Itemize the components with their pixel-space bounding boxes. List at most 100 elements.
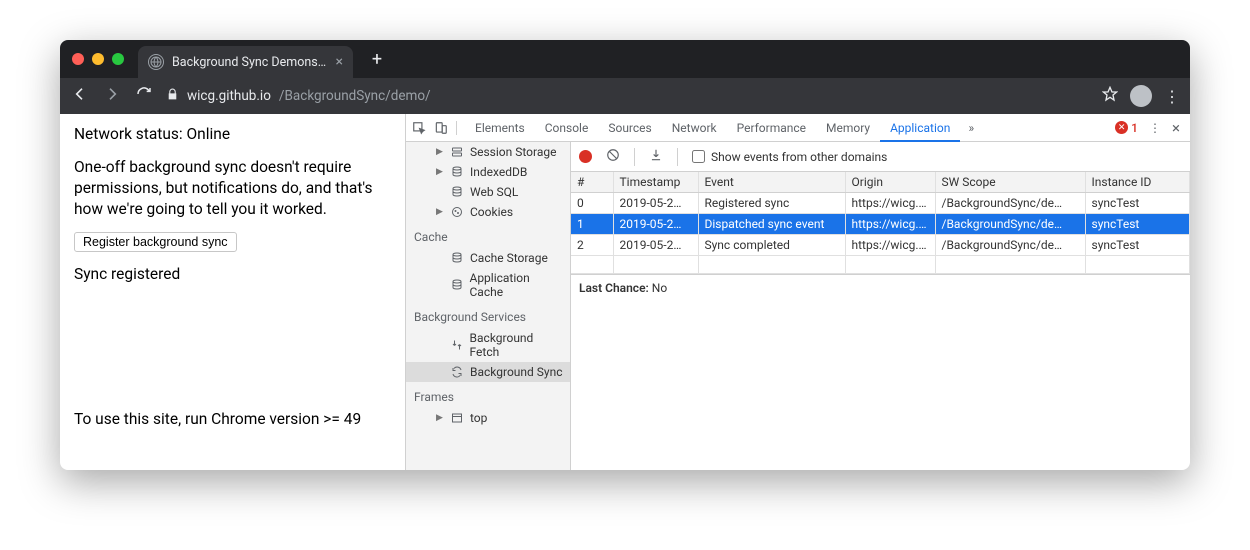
devtools-menu-icon[interactable]: ⋮	[1148, 121, 1162, 135]
database-icon	[450, 279, 464, 291]
table-row[interactable]: 1 2019-05-2… Dispatched sync event https…	[571, 214, 1190, 235]
device-toggle-icon[interactable]	[434, 121, 448, 135]
cell: 2019-05-2…	[613, 214, 698, 235]
col-index[interactable]: #	[571, 172, 613, 193]
clear-icon[interactable]	[606, 148, 620, 165]
col-instance-id[interactable]: Instance ID	[1085, 172, 1190, 193]
browser-menu-icon[interactable]: ⋮	[1164, 87, 1180, 106]
close-window-icon[interactable]	[72, 53, 84, 65]
bookmark-icon[interactable]	[1102, 86, 1118, 106]
cell: 2019-05-2…	[613, 235, 698, 256]
col-origin[interactable]: Origin	[845, 172, 935, 193]
sidebar-item-application-cache[interactable]: ▶ Application Cache	[406, 268, 570, 302]
globe-icon	[148, 54, 164, 70]
page-content: Network status: Online One-off backgroun…	[60, 114, 405, 470]
browser-tab[interactable]: Background Sync Demonstration ×	[138, 46, 353, 78]
error-badge[interactable]: ✕ 1	[1115, 121, 1138, 135]
cell: syncTest	[1085, 235, 1190, 256]
network-status: Network status: Online	[74, 124, 391, 145]
inspect-element-icon[interactable]	[412, 121, 426, 135]
sidebar-item-label: top	[470, 411, 487, 425]
cell: /BackgroundSync/de…	[935, 193, 1085, 214]
sidebar-item-label: Cache Storage	[470, 251, 548, 265]
tab-performance[interactable]: Performance	[727, 114, 816, 142]
cell: https://wicg.…	[845, 235, 935, 256]
sidebar-item-background-fetch[interactable]: ▶ Background Fetch	[406, 328, 570, 362]
sidebar-item-background-sync[interactable]: ▶ Background Sync	[406, 362, 570, 382]
new-tab-button[interactable]: +	[363, 45, 391, 73]
error-count: 1	[1131, 121, 1138, 135]
window-controls	[72, 53, 124, 65]
forward-button[interactable]	[102, 86, 122, 106]
table-header-row: # Timestamp Event Origin SW Scope Instan…	[571, 172, 1190, 193]
col-timestamp[interactable]: Timestamp	[613, 172, 698, 193]
sync-registered-text: Sync registered	[74, 264, 391, 285]
application-sidebar: ▶ Session Storage ▶ IndexedDB	[406, 142, 571, 470]
reload-button[interactable]	[134, 86, 154, 106]
chevron-right-icon: ▶	[436, 147, 444, 157]
cell: /BackgroundSync/de…	[935, 235, 1085, 256]
tab-memory[interactable]: Memory	[816, 114, 880, 142]
sidebar-item-session-storage[interactable]: ▶ Session Storage	[406, 142, 570, 162]
page-blurb: One-off background sync doesn't require …	[74, 157, 391, 220]
address-bar[interactable]: wicg.github.io/BackgroundSync/demo/	[166, 86, 1118, 106]
sidebar-item-label: Session Storage	[470, 145, 556, 159]
address-toolbar: wicg.github.io/BackgroundSync/demo/ ⋮	[60, 78, 1190, 114]
close-tab-icon[interactable]: ×	[336, 54, 343, 70]
register-sync-button[interactable]: Register background sync	[74, 232, 237, 252]
sidebar-item-cookies[interactable]: ▶ Cookies	[406, 202, 570, 222]
tab-console[interactable]: Console	[535, 114, 599, 142]
record-button-icon[interactable]	[579, 150, 592, 163]
error-icon: ✕	[1115, 121, 1128, 134]
cell: syncTest	[1085, 214, 1190, 235]
browser-window: Background Sync Demonstration × + wicg.g…	[60, 40, 1190, 470]
tab-elements[interactable]: Elements	[465, 114, 535, 142]
sidebar-item-label: IndexedDB	[470, 165, 527, 179]
profile-avatar-icon[interactable]	[1130, 85, 1152, 107]
sidebar-item-label: Application Cache	[469, 271, 564, 299]
sidebar-item-websql[interactable]: ▶ Web SQL	[406, 182, 570, 202]
table-row[interactable]: 0 2019-05-2… Registered sync https://wic…	[571, 193, 1190, 214]
chevron-right-icon: ▶	[436, 167, 444, 177]
sidebar-item-label: Web SQL	[470, 185, 518, 199]
cell: 0	[571, 193, 613, 214]
tab-application[interactable]: Application	[880, 114, 960, 142]
page-footer: To use this site, run Chrome version >= …	[74, 409, 391, 430]
tab-title: Background Sync Demonstration	[172, 55, 328, 70]
sidebar-item-indexeddb[interactable]: ▶ IndexedDB	[406, 162, 570, 182]
tab-sources[interactable]: Sources	[598, 114, 661, 142]
sidebar-item-label: Background Sync	[470, 365, 562, 379]
sidebar-item-label: Background Fetch	[470, 331, 564, 359]
panel-toolbar: Show events from other domains	[571, 142, 1190, 172]
chevron-right-icon: ▶	[436, 207, 444, 217]
sync-icon	[450, 366, 464, 378]
more-tabs-icon[interactable]: »	[964, 121, 978, 135]
sidebar-item-cache-storage[interactable]: ▶ Cache Storage	[406, 248, 570, 268]
sidebar-item-frame-top[interactable]: ▶ top	[406, 408, 570, 428]
close-devtools-icon[interactable]: ×	[1172, 119, 1180, 137]
detail-value: No	[652, 281, 667, 295]
divider	[634, 148, 635, 166]
back-button[interactable]	[70, 86, 90, 106]
tab-network[interactable]: Network	[662, 114, 727, 142]
col-event[interactable]: Event	[698, 172, 845, 193]
cell: Registered sync	[698, 193, 845, 214]
cell: Dispatched sync event	[698, 214, 845, 235]
titlebar: Background Sync Demonstration × +	[60, 40, 1190, 78]
table-row[interactable]: 2 2019-05-2… Sync completed https://wicg…	[571, 235, 1190, 256]
cell: 2019-05-2…	[613, 193, 698, 214]
show-other-domains-checkbox[interactable]: Show events from other domains	[692, 150, 887, 164]
database-icon	[450, 166, 464, 178]
fetch-icon	[450, 339, 464, 351]
cell: https://wicg.…	[845, 193, 935, 214]
checkbox-input[interactable]	[692, 150, 705, 163]
detail-label: Last Chance:	[579, 281, 649, 295]
database-icon	[450, 186, 464, 198]
sidebar-group-cache: Cache	[406, 222, 570, 248]
col-sw-scope[interactable]: SW Scope	[935, 172, 1085, 193]
cell: https://wicg.…	[845, 214, 935, 235]
fullscreen-window-icon[interactable]	[112, 53, 124, 65]
table-row	[571, 256, 1190, 274]
download-icon[interactable]	[649, 148, 663, 165]
minimize-window-icon[interactable]	[92, 53, 104, 65]
